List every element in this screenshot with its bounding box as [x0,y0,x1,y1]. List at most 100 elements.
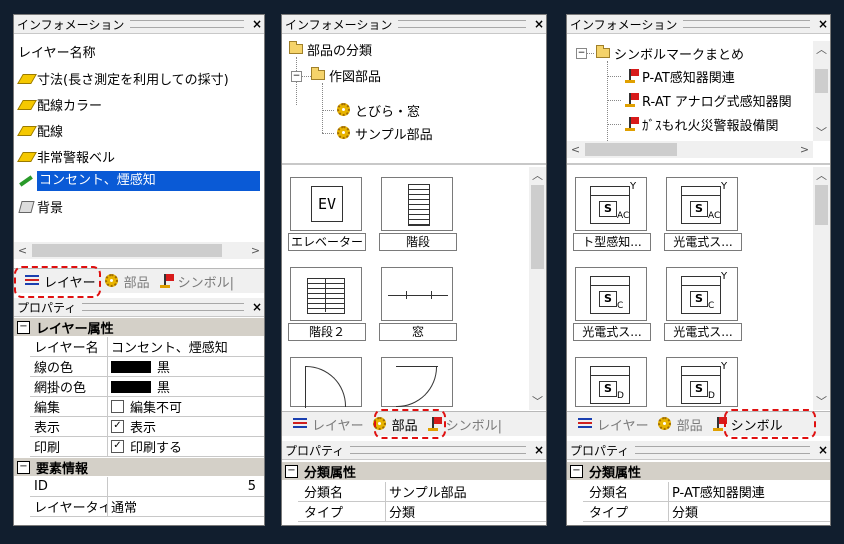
scroll-right-icon[interactable]: > [796,141,813,158]
symbol-tile[interactable]: SD [573,355,651,407]
prop-row[interactable]: レイヤー名 コンセント、煙感知 [30,337,264,357]
flag-icon [623,92,639,108]
scroll-left-icon[interactable]: < [567,141,584,158]
prop-group-layer[interactable]: − レイヤー属性 [14,318,264,337]
checkbox-checked[interactable]: ✓ [111,420,124,433]
prop-row[interactable]: ID 5 [30,477,264,497]
prop-value: 通常 [108,497,264,517]
prop-row[interactable]: レイヤータイプ 通常 [30,497,264,517]
tab-parts[interactable]: 部品 [653,413,707,435]
close-icon[interactable]: × [532,17,546,31]
tab-layer[interactable]: レイヤー [567,413,653,435]
layers-icon [577,416,593,432]
part-tile[interactable] [288,355,366,408]
prop-row[interactable]: 編集 編集不可 [30,397,264,417]
layer-item-label: 非常警報ベル [37,150,116,166]
symbol-tile[interactable]: S C Y 光電式ス... [664,265,742,343]
part-tile[interactable]: 階段 [379,175,457,253]
prop-row[interactable]: 線の色 黒 [30,357,264,377]
scroll-thumb[interactable] [32,244,222,257]
close-icon[interactable]: × [250,300,264,314]
tree-node[interactable]: シンボルマークまとめ [567,43,830,63]
tab-symbol[interactable]: シンボル| [154,270,238,292]
prop-row[interactable]: タイプ 分類 [298,502,546,522]
tree-vscroll[interactable]: ︿ ﹀ [813,41,830,141]
part-tile[interactable] [379,355,457,407]
title-grip[interactable] [683,20,810,28]
title-grip[interactable] [398,20,526,28]
collapse-icon[interactable]: − [285,464,298,478]
scroll-up-icon[interactable]: ︿ [813,167,830,184]
close-icon[interactable]: × [532,443,546,457]
part-tile[interactable]: EV エレベーター [288,175,366,253]
layer-item[interactable]: 背景 [14,196,264,216]
symbol-tile[interactable]: S AC Y ト型感知... [573,175,651,253]
scroll-right-icon[interactable]: > [247,242,264,259]
tab-parts[interactable]: 部品 [100,270,154,292]
prop-group-category[interactable]: − 分類属性 [567,462,830,481]
scroll-thumb[interactable] [531,185,544,269]
tree-node[interactable]: ｶﾞｽもれ火災警報設備関 [567,114,807,134]
close-icon[interactable]: × [816,17,830,31]
flag-icon [158,273,174,289]
parts-vscroll[interactable]: ︿ ﹀ [529,167,546,410]
prop-group-label: レイヤー属性 [36,321,114,337]
prop-group-element[interactable]: − 要素情報 [14,458,264,477]
layer-item[interactable]: 配線カラー [14,94,264,114]
close-icon[interactable]: × [250,17,264,31]
layer-item[interactable]: 配線 [14,120,264,140]
title-grip[interactable] [130,20,244,28]
detector-symbol: SC [590,276,630,314]
collapse-icon[interactable]: − [17,460,30,474]
scroll-thumb[interactable] [815,69,828,93]
tab-layer[interactable]: レイヤー [282,413,368,435]
prop-row[interactable]: タイプ 分類 [583,502,830,522]
title-grip[interactable] [350,446,526,454]
tree-node[interactable]: とびら・窓 [282,100,546,120]
scroll-down-icon[interactable]: ﹀ [813,124,830,141]
diamond-icon [17,148,37,164]
layer-item[interactable]: 非常警報ベル [14,146,264,166]
tree-node[interactable]: 部品の分類 [282,39,546,59]
tree-node[interactable]: P-AT感知器関連 [567,66,830,86]
tree-node-selected[interactable]: サンプル部品 [282,123,546,143]
tree-hscroll[interactable]: < > [567,141,813,158]
part-tile[interactable]: 階段２ [288,265,366,343]
detector-symbol: S AC [681,186,721,224]
tree-node[interactable]: R-AT アナログ式感知器関 [567,90,807,110]
tree-node[interactable]: 作図部品 [282,65,546,85]
title-grip[interactable] [635,446,810,454]
checkbox-checked[interactable]: ✓ [111,440,124,453]
scroll-left-icon[interactable]: < [14,242,31,259]
symbol-tile[interactable]: S AC Y 光電式ス... [664,175,742,253]
symbol-tile[interactable]: S C 光電式ス... [573,265,651,343]
symbols-vscroll[interactable]: ︿ ﹀ [813,167,830,410]
layer-item-selected[interactable]: コンセント、煙感知 [14,171,264,191]
collapse-icon[interactable]: − [570,464,583,478]
layer-list-hscroll[interactable]: < > [14,242,264,259]
scroll-down-icon[interactable]: ﹀ [529,393,546,410]
collapse-icon[interactable]: − [17,320,30,334]
prop-row[interactable]: 分類名 サンプル部品 [298,482,546,502]
close-icon[interactable]: × [816,443,830,457]
layer-item[interactable]: 寸法(長さ測定を利用しての採寸) [14,68,264,88]
title-grip[interactable] [82,303,244,311]
layer-item-label: 寸法(長さ測定を利用しての採寸) [37,72,229,88]
prop-row[interactable]: 網掛の色 黒 [30,377,264,397]
prop-row[interactable]: 表示 ✓ 表示 [30,417,264,437]
checkbox[interactable] [111,400,124,413]
scroll-up-icon[interactable]: ︿ [813,41,830,58]
splitter[interactable] [282,163,546,165]
prop-row[interactable]: 分類名 P-AT感知器関連 [583,482,830,502]
symbol-label: ト型感知... [573,233,651,251]
scroll-thumb[interactable] [815,185,828,225]
splitter[interactable] [567,163,830,165]
prop-row[interactable]: 印刷 ✓ 印刷する [30,437,264,457]
prop-group-category[interactable]: − 分類属性 [282,462,546,481]
symbol-tile[interactable]: SDY [664,355,742,407]
symbol-mark: C [617,301,624,311]
part-tile[interactable]: 窓 [379,265,457,343]
scroll-up-icon[interactable]: ︿ [529,167,546,184]
scroll-thumb[interactable] [585,143,677,156]
scroll-down-icon[interactable]: ﹀ [813,393,830,410]
